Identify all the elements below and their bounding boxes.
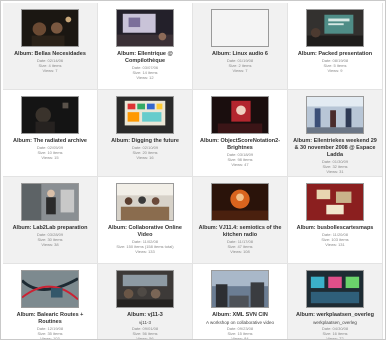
thumb-blue-hall: [307, 97, 363, 133]
album-views: Views: 31: [326, 169, 344, 174]
album-card[interactable]: Album: Bellas Necesidades Date: 02/14/06 S…: [3, 3, 98, 90]
thumb-projection-stage: [117, 10, 173, 46]
album-views: Views: 16: [136, 155, 154, 160]
album-thumbnail[interactable]: [306, 183, 364, 221]
album-thumbnail[interactable]: [116, 183, 174, 221]
album-title[interactable]: Album: busbollescartesmaps: [288, 225, 382, 232]
album-views: Views: 47: [231, 162, 249, 167]
album-thumbnail[interactable]: [306, 270, 364, 308]
album-views: Views: 12: [136, 75, 154, 80]
thumb-red-stage: [212, 97, 268, 133]
album-card[interactable]: Album: Collaborative Online Video Date: 1…: [98, 177, 193, 264]
album-card[interactable]: Album: Balearic Routes + Routines Date: 1…: [3, 264, 98, 340]
album-thumbnail[interactable]: [21, 270, 79, 308]
album-views: Views: 72: [326, 336, 344, 340]
album-views: Views: 7: [42, 68, 58, 73]
album-views: Views: 133: [135, 249, 155, 254]
album-thumbnail[interactable]: [306, 96, 364, 134]
album-grid: Album: Bellas Necesidades Date: 02/14/06 S…: [3, 3, 383, 340]
album-card[interactable]: Album: XML SVN CIN A workshop on collabor…: [193, 264, 288, 340]
album-thumbnail[interactable]: [211, 270, 269, 308]
album-thumbnail[interactable]: [116, 270, 174, 308]
album-views: Views: 108: [230, 249, 250, 254]
thumb-dark-faces: [22, 10, 78, 46]
album-views: Views: 15: [41, 155, 59, 160]
album-views: Views: 7: [232, 68, 248, 73]
album-card[interactable]: Album: Lab2Lab preparation Date: 03/28/09…: [3, 177, 98, 264]
album-card[interactable]: Album: Ellentriekes weekend 29 & 30 nove…: [288, 90, 383, 177]
thumb-crowd: [117, 271, 173, 307]
album-thumbnail[interactable]: [211, 183, 269, 221]
album-card[interactable]: Album: Ellentrique @ Compilothèque Date: …: [98, 3, 193, 90]
album-card[interactable]: Album: vj11-3 vj11-3 Date: 09/01/08 Size: 5…: [98, 264, 193, 340]
album-title[interactable]: Album: Linux audio 6: [193, 51, 287, 58]
album-title[interactable]: Album: VJ11.4: semiotics of the kitchen …: [193, 225, 287, 239]
album-card[interactable]: Album: VJ11.4: semiotics of the kitchen …: [193, 177, 288, 264]
thumb-colorful-screens: [307, 271, 363, 307]
album-title[interactable]: Album: XML SVN CIN: [193, 312, 287, 319]
album-title[interactable]: Album: werkplaatsen_overleg: [288, 312, 382, 319]
album-title[interactable]: Album: vj11-3: [98, 312, 192, 319]
thumb-person-standing: [22, 184, 78, 220]
album-card[interactable]: Album: busbollescartesmaps Date: 11/20/08…: [288, 177, 383, 264]
album-thumbnail[interactable]: [21, 9, 79, 47]
album-views: Views: 131: [325, 242, 345, 247]
album-views: Views: 9: [327, 68, 343, 73]
album-title[interactable]: Album: Digging the future: [98, 138, 192, 145]
album-title[interactable]: Album: The radiated archive: [3, 138, 97, 145]
album-thumbnail[interactable]: [116, 9, 174, 47]
thumb-dark-room: [22, 97, 78, 133]
album-card[interactable]: Album: Linux audio 6 Date: 01/19/08 Size: …: [193, 3, 288, 90]
thumb-presentation-screen: [307, 10, 363, 46]
album-views: Views: 84: [231, 336, 249, 340]
album-card[interactable]: Album: Packed presentation Date: 08/19/08…: [288, 3, 383, 90]
album-thumbnail[interactable]: [211, 96, 269, 134]
thumb-cables: [22, 271, 78, 307]
thumb-colorful-slide: [117, 97, 173, 133]
album-title[interactable]: Album: Collaborative Online Video: [98, 225, 192, 239]
album-thumbnail[interactable]: [116, 96, 174, 134]
thumb-orange-performance: [212, 184, 268, 220]
album-gallery: Album: Bellas Necesidades Date: 02/14/06 S…: [0, 0, 386, 340]
album-card[interactable]: Album: werkplaatsen_overleg werkplaatsen_…: [288, 264, 383, 340]
thumb-blank: [212, 10, 268, 46]
thumb-sky-street: [212, 271, 268, 307]
album-title[interactable]: Album: ObjectScoreNotation2-Brightnes: [193, 138, 287, 152]
album-title[interactable]: Album: Lab2Lab preparation: [3, 225, 97, 232]
album-thumbnail[interactable]: [21, 96, 79, 134]
thumb-red-wall: [307, 184, 363, 220]
album-views: Views: 103: [40, 336, 60, 340]
thumb-group-table: [117, 184, 173, 220]
album-card[interactable]: Album: Digging the future Date: 02/10/09 S…: [98, 90, 193, 177]
album-title[interactable]: Album: Packed presentation: [288, 51, 382, 58]
album-views: Views: 56: [136, 336, 154, 340]
album-views: Views: 38: [41, 242, 59, 247]
album-title[interactable]: Album: Ellentrique @ Compilothèque: [98, 51, 192, 65]
album-thumbnail[interactable]: [306, 9, 364, 47]
album-thumbnail[interactable]: [211, 9, 269, 47]
album-thumbnail[interactable]: [21, 183, 79, 221]
album-card[interactable]: Album: The radiated archive Date: 02/05/0…: [3, 90, 98, 177]
album-title[interactable]: Album: Bellas Necesidades: [3, 51, 97, 58]
album-title[interactable]: Album: Ellentriekes weekend 29 & 30 nove…: [288, 138, 382, 159]
album-card[interactable]: Album: ObjectScoreNotation2-Brightnes Dat…: [193, 90, 288, 177]
album-title[interactable]: Album: Balearic Routes + Routines: [3, 312, 97, 326]
